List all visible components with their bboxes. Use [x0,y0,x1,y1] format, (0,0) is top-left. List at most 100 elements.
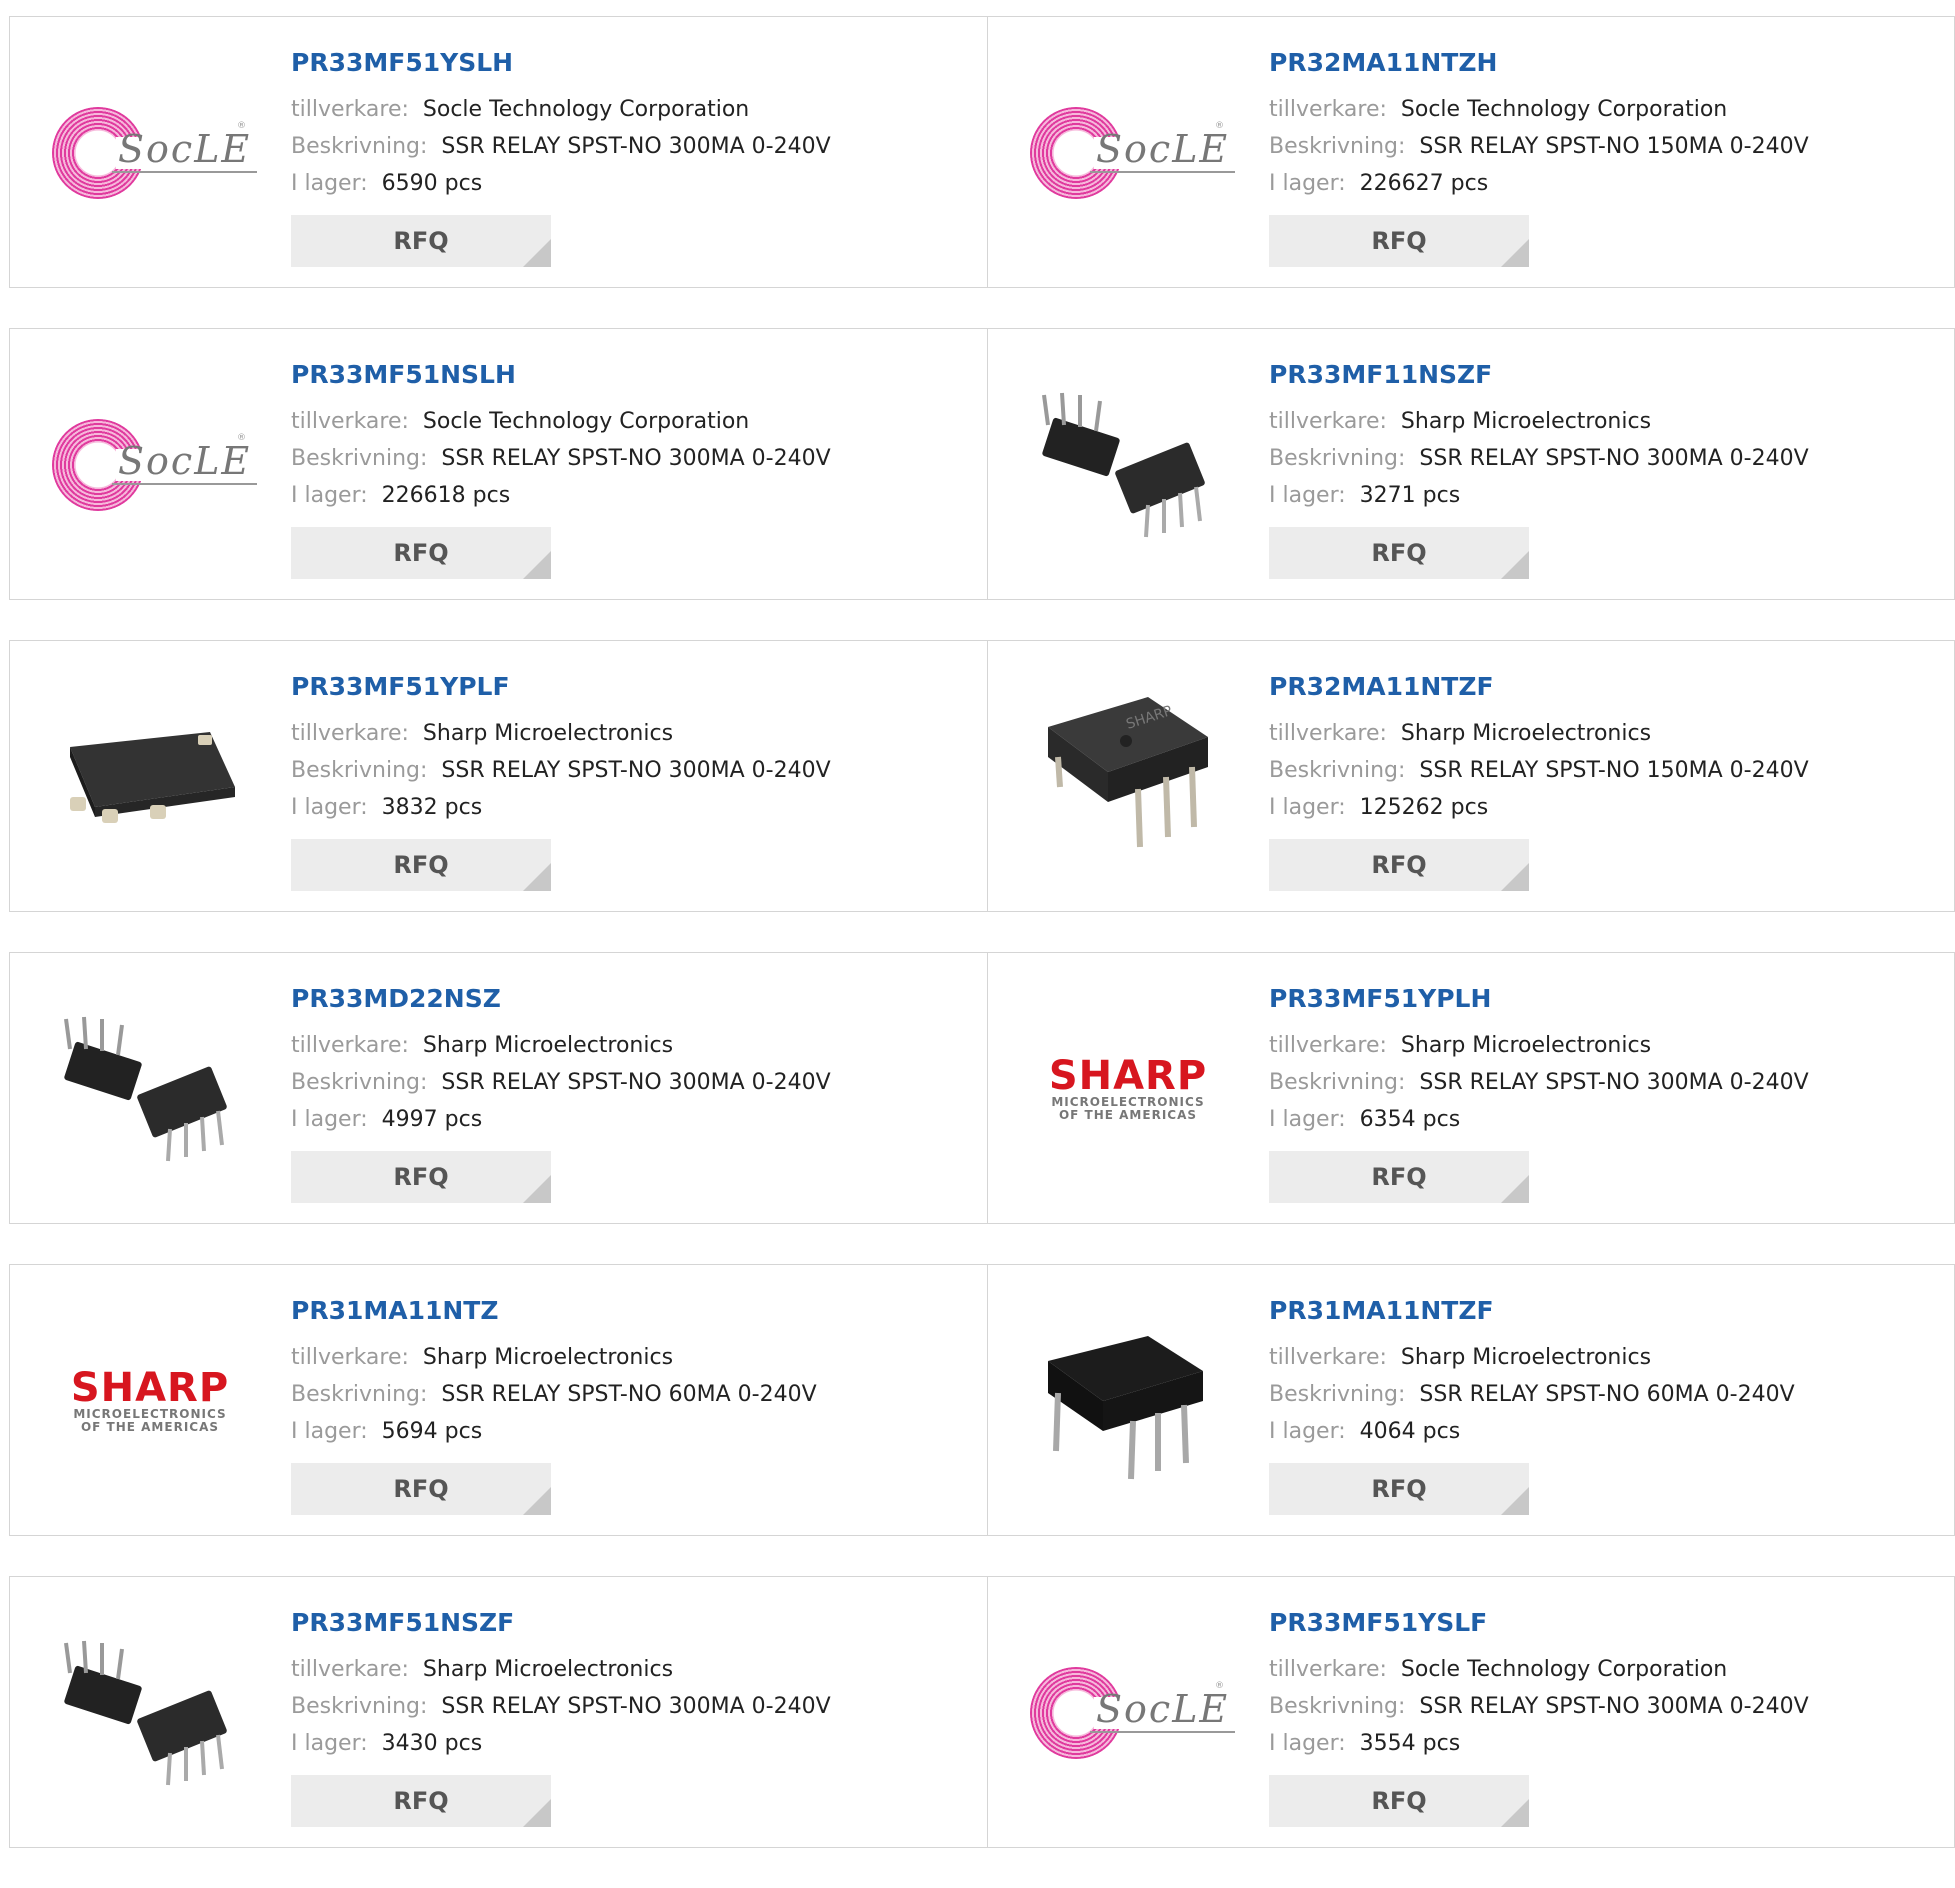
stock-value: 4997 pcs [381,1107,483,1132]
description-label: Beskrivning: [291,1694,428,1719]
part-number-link[interactable]: PR32MA11NTZF [1269,671,1809,703]
description-line: Beskrivning: SSR RELAY SPST-NO 300MA 0-24… [1269,440,1809,477]
rfq-button[interactable]: RFQ [291,215,551,267]
product-row: SHARP MICROELECTRONICS OF THE AMERICAS PR3… [9,1264,1955,1536]
product-image[interactable]: SocLE ® [1028,53,1236,253]
part-number-link[interactable]: PR32MA11NTZH [1269,47,1809,79]
rfq-label: RFQ [1371,1475,1427,1503]
stock-line: I lager: 6590 pcs [291,165,831,202]
manufacturer-line: tillverkare: Socle Technology Corporation [1269,1651,1809,1688]
manufacturer-line: tillverkare: Socle Technology Corporation [291,91,831,128]
part-number-link[interactable]: PR33MF11NSZF [1269,359,1809,391]
part-number-link[interactable]: PR33MD22NSZ [291,983,831,1015]
rfq-label: RFQ [1371,1163,1427,1191]
description-value: SSR RELAY SPST-NO 300MA 0-240V [1419,446,1809,471]
product-image[interactable] [1028,1301,1228,1501]
manufacturer-line: tillverkare: Sharp Microelectronics [1269,715,1809,752]
product-image[interactable]: SocLE ® [50,365,258,565]
rfq-button[interactable]: RFQ [1269,527,1529,579]
description-value: SSR RELAY SPST-NO 300MA 0-240V [441,758,831,783]
stock-line: I lager: 226618 pcs [291,477,831,514]
manufacturer-value: Socle Technology Corporation [1400,1657,1728,1682]
product-image[interactable]: SHARP [1028,677,1228,877]
corner-triangle-icon [523,1799,551,1827]
product-image[interactable] [50,677,250,877]
product-image[interactable] [50,989,250,1189]
description-value: SSR RELAY SPST-NO 60MA 0-240V [441,1382,817,1407]
corner-triangle-icon [523,239,551,267]
product-info: PR33MF51YSLH tillverkare: Socle Technolog… [291,47,831,267]
product-row: SocLE ® PR33MF51YSLH tillverkare: Socle Te… [9,16,1955,288]
description-line: Beskrivning: SSR RELAY SPST-NO 300MA 0-24… [291,752,831,789]
manufacturer-line: tillverkare: Sharp Microelectronics [1269,403,1809,440]
description-label: Beskrivning: [1269,758,1406,783]
corner-triangle-icon [523,1175,551,1203]
rfq-button[interactable]: RFQ [1269,215,1529,267]
manufacturer-label: tillverkare: [1269,721,1387,746]
description-line: Beskrivning: SSR RELAY SPST-NO 60MA 0-240… [1269,1376,1795,1413]
stock-value: 3430 pcs [381,1731,483,1756]
part-number-link[interactable]: PR33MF51NSLH [291,359,831,391]
stock-line: I lager: 4997 pcs [291,1101,831,1138]
description-label: Beskrivning: [291,446,428,471]
part-number-link[interactable]: PR33MF51YPLF [291,671,831,703]
rfq-button[interactable]: RFQ [291,527,551,579]
product-card: SHARP MICROELECTRONICS OF THE AMERICAS PR3… [987,953,1954,1223]
rfq-button[interactable]: RFQ [291,1775,551,1827]
manufacturer-label: tillverkare: [291,1345,409,1370]
product-image[interactable] [1028,365,1228,565]
manufacturer-line: tillverkare: Socle Technology Corporation [291,403,831,440]
product-image[interactable] [50,1613,250,1813]
stock-label: I lager: [291,1419,368,1444]
product-image[interactable]: SHARP MICROELECTRONICS OF THE AMERICAS [50,1301,250,1501]
manufacturer-line: tillverkare: Socle Technology Corporation [1269,91,1809,128]
part-number-link[interactable]: PR31MA11NTZ [291,1295,817,1327]
socle-logo: SocLE ® [1028,93,1236,213]
product-list: SocLE ® PR33MF51YSLH tillverkare: Socle Te… [9,16,1955,1888]
part-number-link[interactable]: PR33MF51YSLH [291,47,831,79]
rfq-button[interactable]: RFQ [291,839,551,891]
product-card: SocLE ® PR33MF51NSLH tillverkare: Socle Te… [10,329,987,599]
stock-label: I lager: [291,483,368,508]
stock-label: I lager: [291,1731,368,1756]
product-image[interactable]: SHARP MICROELECTRONICS OF THE AMERICAS [1028,989,1228,1189]
part-number-link[interactable]: PR31MA11NTZF [1269,1295,1795,1327]
description-label: Beskrivning: [291,1070,428,1095]
rfq-button[interactable]: RFQ [1269,1463,1529,1515]
socle-logo: SocLE ® [50,405,258,525]
description-value: SSR RELAY SPST-NO 150MA 0-240V [1419,134,1809,159]
stock-value: 3554 pcs [1359,1731,1461,1756]
description-label: Beskrivning: [291,758,428,783]
rfq-button[interactable]: RFQ [1269,1775,1529,1827]
stock-line: I lager: 5694 pcs [291,1413,817,1450]
description-value: SSR RELAY SPST-NO 150MA 0-240V [1419,758,1809,783]
manufacturer-line: tillverkare: Sharp Microelectronics [291,715,831,752]
stock-line: I lager: 6354 pcs [1269,1101,1809,1138]
product-image[interactable]: SocLE ® [50,53,258,253]
part-number-link[interactable]: PR33MF51YPLH [1269,983,1809,1015]
product-info: PR31MA11NTZ tillverkare: Sharp Microelect… [291,1295,817,1515]
rfq-label: RFQ [1371,1787,1427,1815]
manufacturer-line: tillverkare: Sharp Microelectronics [291,1651,831,1688]
description-label: Beskrivning: [1269,1070,1406,1095]
description-line: Beskrivning: SSR RELAY SPST-NO 300MA 0-24… [291,440,831,477]
part-number-link[interactable]: PR33MF51YSLF [1269,1607,1809,1639]
part-number-link[interactable]: PR33MF51NSZF [291,1607,831,1639]
manufacturer-value: Sharp Microelectronics [1400,1345,1652,1370]
rfq-button[interactable]: RFQ [1269,1151,1529,1203]
corner-triangle-icon [1501,239,1529,267]
manufacturer-label: tillverkare: [1269,97,1387,122]
product-row: PR33MD22NSZ tillverkare: Sharp Microelect… [9,952,1955,1224]
description-value: SSR RELAY SPST-NO 300MA 0-240V [441,1070,831,1095]
product-image[interactable]: SocLE ® [1028,1613,1236,1813]
product-info: PR33MF51NSLH tillverkare: Socle Technolog… [291,359,831,579]
manufacturer-line: tillverkare: Sharp Microelectronics [291,1027,831,1064]
product-card: SocLE ® PR32MA11NTZH tillverkare: Socle Te… [987,17,1954,287]
product-card: PR33MF51YPLF tillverkare: Sharp Microelec… [10,641,987,911]
manufacturer-value: Sharp Microelectronics [1400,409,1652,434]
rfq-button[interactable]: RFQ [1269,839,1529,891]
rfq-button[interactable]: RFQ [291,1463,551,1515]
rfq-button[interactable]: RFQ [291,1151,551,1203]
description-line: Beskrivning: SSR RELAY SPST-NO 300MA 0-24… [1269,1064,1809,1101]
product-info: PR33MF51YPLF tillverkare: Sharp Microelec… [291,671,831,891]
